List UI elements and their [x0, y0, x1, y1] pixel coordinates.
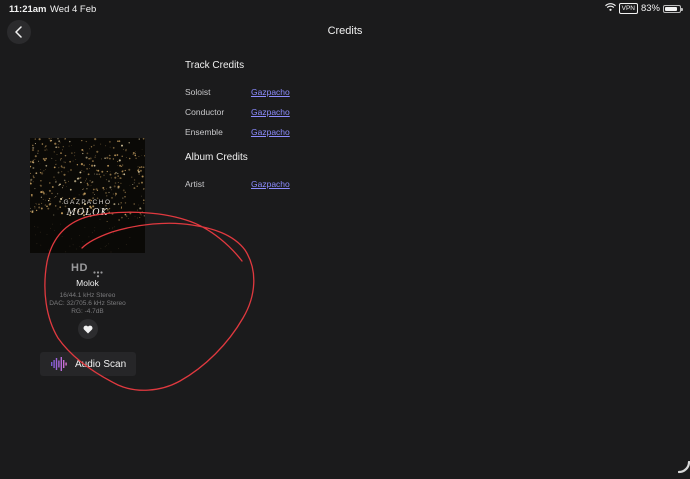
- wifi-icon: [604, 3, 616, 14]
- credit-role: Artist: [185, 179, 205, 189]
- track-format: 16/44.1 kHz Stereo: [59, 292, 116, 299]
- battery-fill: [665, 6, 677, 11]
- hd-badge: HD: [71, 262, 88, 274]
- credit-link-soloist[interactable]: Gazpacho: [251, 87, 290, 97]
- corner-indicator-icon: [678, 461, 690, 474]
- favorite-button[interactable]: [78, 319, 98, 339]
- status-date: Wed 4 Feb: [50, 4, 97, 15]
- album-art-graphic: [30, 138, 145, 253]
- battery-icon: [663, 4, 683, 13]
- credit-role: Ensemble: [185, 127, 223, 137]
- heart-icon: [83, 325, 93, 333]
- replay-gain: RG: -4.7dB: [71, 308, 104, 315]
- album-art: GAZPACHO MOLOK: [30, 138, 145, 253]
- waveform-icon: [51, 357, 67, 371]
- credit-link-ensemble[interactable]: Gazpacho: [251, 127, 290, 137]
- battery-percent: 83%: [640, 3, 660, 14]
- audio-scan-button[interactable]: Audio Scan: [40, 352, 136, 376]
- credit-link-conductor[interactable]: Gazpacho: [251, 107, 290, 117]
- battery-nub: [681, 7, 683, 11]
- status-indicators: VPN 83%: [604, 3, 683, 14]
- album-art-title: MOLOK: [66, 208, 109, 218]
- credit-link-artist[interactable]: Gazpacho: [251, 179, 290, 189]
- page-title: Credits: [327, 25, 363, 37]
- dac-format: DAC: 32/705.6 kHz Stereo: [49, 300, 126, 307]
- status-time: 11:21am: [9, 4, 47, 15]
- album-credits-title: Album Credits: [185, 152, 248, 163]
- credit-role: Soloist: [185, 87, 211, 97]
- album-art-artist: GAZPACHO: [63, 199, 112, 206]
- track-credits-title: Track Credits: [185, 60, 245, 71]
- track-title: Molok: [76, 278, 99, 288]
- vpn-badge: VPN: [618, 3, 638, 14]
- audio-scan-label: Audio Scan: [75, 358, 127, 370]
- credit-role: Conductor: [185, 107, 225, 117]
- credits-screen: 11:21am Wed 4 Feb VPN 83% Credits Track …: [0, 0, 690, 479]
